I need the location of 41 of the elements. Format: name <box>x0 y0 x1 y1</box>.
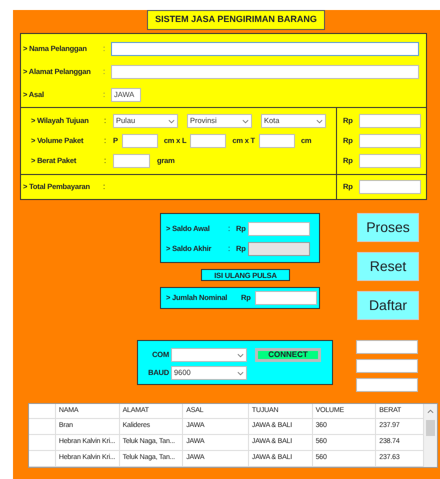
input-field[interactable] <box>359 154 421 168</box>
colon: : <box>104 135 108 147</box>
scrollbar[interactable] <box>424 404 437 467</box>
input-field[interactable] <box>190 134 226 148</box>
scroll-up-icon[interactable] <box>427 409 434 414</box>
input-field[interactable] <box>356 378 418 392</box>
row-header <box>29 404 56 419</box>
connect-button[interactable]: CONNECT <box>255 348 321 362</box>
input-field[interactable] <box>248 222 310 236</box>
input-field[interactable] <box>255 291 317 305</box>
chevron-down-icon <box>168 118 175 124</box>
dropdown[interactable] <box>171 348 247 362</box>
input-field[interactable] <box>111 42 419 56</box>
colon: : <box>228 223 232 235</box>
colon: : <box>103 66 106 78</box>
colon: : <box>103 88 106 100</box>
row-header[interactable] <box>29 419 56 435</box>
row-header[interactable] <box>29 435 56 451</box>
input-field[interactable] <box>111 64 419 78</box>
input-field[interactable] <box>122 134 158 148</box>
chevron-down-icon <box>316 118 323 124</box>
input-field[interactable] <box>359 134 421 148</box>
input-field[interactable] <box>359 114 421 128</box>
form-title: SISTEM JASA PENGIRIMAN BARANG <box>147 10 325 30</box>
input-field[interactable] <box>359 180 421 194</box>
input-field[interactable] <box>356 359 418 373</box>
input-field[interactable] <box>356 340 418 354</box>
action-button[interactable]: Proses <box>357 213 419 242</box>
row-header[interactable] <box>29 451 56 467</box>
colon: : <box>103 181 106 193</box>
input-field[interactable] <box>258 134 295 148</box>
action-button[interactable]: Reset <box>357 252 419 281</box>
chevron-down-icon <box>237 370 244 376</box>
colon: : <box>104 155 108 167</box>
colon: : <box>228 243 232 255</box>
chevron-down-icon <box>242 118 249 124</box>
colon: : <box>103 42 106 54</box>
input-field[interactable] <box>113 154 150 168</box>
colon: : <box>104 115 108 127</box>
action-button[interactable]: Daftar <box>357 291 419 320</box>
chevron-down-icon <box>237 352 244 358</box>
